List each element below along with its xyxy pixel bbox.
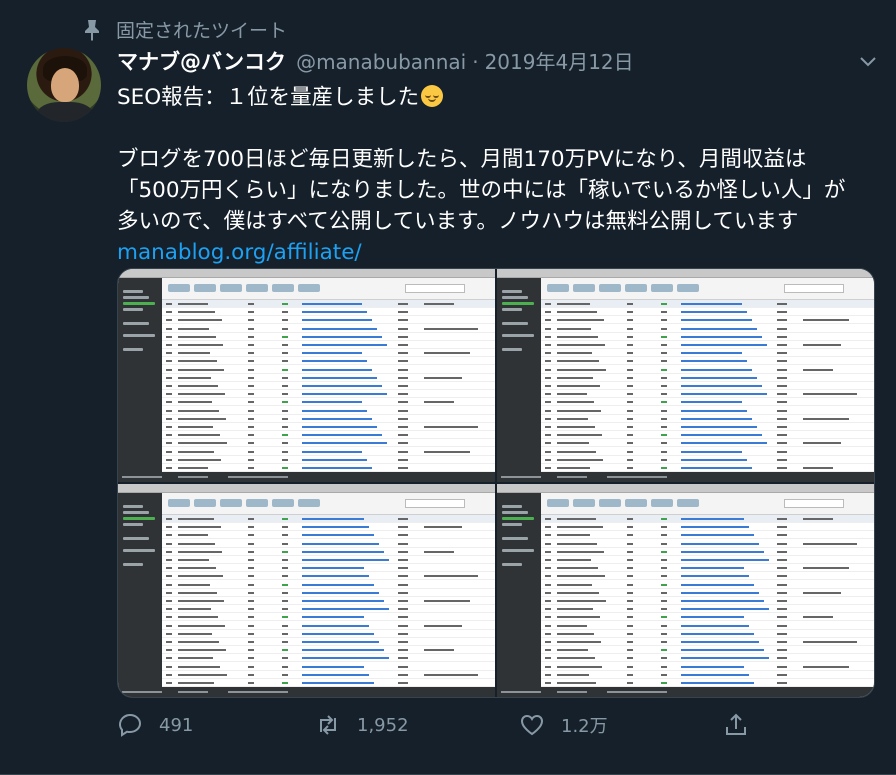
author-handle[interactable]: @manabubannai	[296, 50, 466, 74]
pin-icon	[85, 19, 99, 41]
tweet-date[interactable]: 2019年4月12日	[485, 46, 634, 75]
retweet-count: 1,952	[357, 714, 409, 736]
media-image-1[interactable]	[118, 269, 495, 482]
tweet-header: マナブ@バンコク @manabubannai · 2019年4月12日	[117, 46, 634, 76]
pinned-tweet-label: 固定されたツイート	[82, 16, 287, 43]
media-image-4[interactable]	[497, 484, 874, 697]
media-image-2[interactable]	[497, 269, 874, 482]
media-grid	[117, 268, 875, 698]
author-name[interactable]: マナブ@バンコク	[117, 46, 286, 76]
chevron-down-icon[interactable]	[858, 52, 878, 72]
reply-icon	[118, 713, 142, 737]
tweet-actions: 491 1,952 1.2万	[117, 712, 777, 746]
like-count: 1.2万	[561, 716, 608, 737]
tweet-link[interactable]: manablog.org/affiliate/	[117, 237, 857, 268]
media-image-3[interactable]	[118, 484, 495, 697]
heart-icon	[520, 714, 544, 736]
tweet-line-1: SEO報告：１位を量産しました	[117, 85, 420, 110]
share-button[interactable]	[723, 712, 765, 738]
separator-dot: ·	[472, 50, 479, 74]
like-button[interactable]: 1.2万	[519, 712, 608, 738]
avatar[interactable]	[27, 48, 101, 122]
retweet-button[interactable]: 1,952	[315, 712, 409, 738]
retweet-icon	[320, 715, 336, 735]
reply-count: 491	[159, 714, 194, 736]
share-icon	[726, 713, 746, 735]
tweet-line-4: 多いので、僕はすべて公開しています。ノウハウは無料公開しています	[117, 209, 799, 234]
tweet-text: SEO報告：１位を量産しました ブログを700日ほど毎日更新したら、月間170万…	[117, 82, 857, 268]
pinned-text: 固定されたツイート	[116, 20, 288, 42]
reply-button[interactable]: 491	[117, 712, 193, 738]
relieved-face-emoji-icon	[421, 85, 444, 107]
tweet-line-3: 「500万円くらい」になりました。世の中には「稼いでいるか怪しい人」が	[117, 178, 846, 203]
tweet-line-2: ブログを700日ほど毎日更新したら、月間170万PVになり、月間収益は	[117, 147, 807, 172]
